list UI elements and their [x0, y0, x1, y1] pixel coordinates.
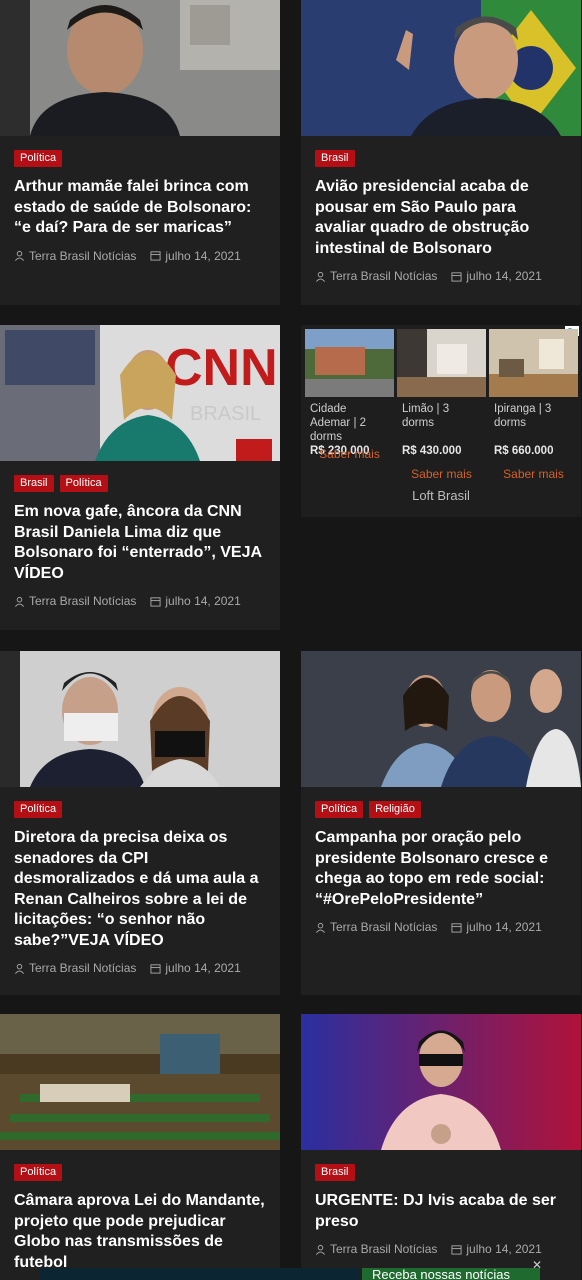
newsletter-banner[interactable]: Receba nossas notícias	[362, 1268, 540, 1280]
article-meta: Terra Brasil Notícias julho 14, 2021	[14, 249, 266, 263]
user-icon	[15, 963, 24, 974]
article-title[interactable]: Arthur mamãe falei brinca com estado de …	[14, 177, 266, 239]
article-card[interactable]: Política Arthur mamãe falei brinca com e…	[0, 0, 280, 305]
ad-brand[interactable]: Loft Brasil	[301, 488, 581, 503]
article-thumbnail[interactable]	[301, 0, 581, 136]
category-badge[interactable]: Brasil	[315, 150, 355, 167]
calendar-icon	[451, 271, 462, 282]
article-date[interactable]: julho 14, 2021	[466, 269, 541, 283]
article-author[interactable]: Terra Brasil Notícias	[330, 269, 437, 283]
ad-item-image[interactable]	[489, 329, 578, 397]
article-thumbnail[interactable]	[0, 651, 280, 787]
article-card[interactable]: Política Diretora da precisa deixa os se…	[0, 651, 280, 995]
calendar-icon	[451, 922, 462, 933]
calendar-icon	[150, 963, 161, 974]
bottom-ad-banner[interactable]	[40, 1268, 360, 1280]
user-icon	[316, 271, 325, 282]
article-title[interactable]: Em nova gafe, âncora da CNN Brasil Danie…	[14, 502, 266, 584]
calendar-icon	[150, 251, 161, 261]
article-meta: Terra Brasil Notícias julho 14, 2021	[14, 594, 266, 608]
close-icon[interactable]: ✕	[532, 1258, 542, 1272]
article-meta: Terra Brasil Notícias julho 14, 2021	[315, 269, 567, 283]
category-badge[interactable]: Brasil	[14, 475, 54, 492]
ad-item-cta[interactable]: Saber mais	[397, 467, 486, 481]
calendar-icon	[150, 596, 161, 607]
ad-item[interactable]: Ipiranga | 3 dorms R$ 660.000 Saber mais	[489, 329, 578, 481]
article-author[interactable]: Terra Brasil Notícias	[29, 594, 136, 608]
category-badge[interactable]: Brasil	[315, 1164, 355, 1181]
ad-item-name: Cidade Ademar | 2 dorms	[310, 403, 367, 443]
article-author[interactable]: Terra Brasil Notícias	[330, 1242, 437, 1256]
user-icon	[316, 1244, 325, 1255]
category-badge[interactable]: Política	[14, 150, 63, 167]
article-thumbnail[interactable]: CNN BRASIL	[0, 325, 280, 461]
article-title[interactable]: Avião presidencial acaba de pousar em Sã…	[315, 177, 567, 259]
ad-item-image[interactable]	[397, 329, 486, 397]
ad-item-cta[interactable]: Saber mais	[305, 447, 394, 461]
user-icon	[15, 596, 24, 607]
article-author[interactable]: Terra Brasil Notícias	[29, 249, 136, 263]
article-author[interactable]: Terra Brasil Notícias	[330, 920, 437, 934]
article-meta: Terra Brasil Notícias julho 14, 2021	[14, 961, 266, 975]
article-thumbnail[interactable]	[0, 0, 280, 136]
ad-item-image[interactable]	[305, 329, 394, 397]
article-meta: Terra Brasil Notícias julho 14, 2021	[315, 920, 567, 934]
category-list: Política Religião	[315, 801, 567, 818]
article-date[interactable]: julho 14, 2021	[466, 920, 541, 934]
article-card[interactable]: Política Câmara aprova Lei do Mandante, …	[0, 1014, 280, 1280]
category-badge[interactable]: Política	[14, 801, 63, 818]
article-card[interactable]: Brasil Avião presidencial acaba de pousa…	[301, 0, 581, 305]
article-card[interactable]: Brasil URGENTE: DJ Ivis acaba de ser pre…	[301, 1014, 581, 1280]
article-title[interactable]: Diretora da precisa deixa os senadores d…	[14, 828, 266, 951]
user-icon	[15, 250, 24, 261]
ad-item[interactable]: Limão | 3 dorms R$ 430.000 Saber mais	[397, 329, 486, 481]
article-title[interactable]: Câmara aprova Lei do Mandante, projeto q…	[14, 1191, 266, 1273]
article-meta: Terra Brasil Notícias julho 14, 2021	[315, 1242, 567, 1256]
article-author[interactable]: Terra Brasil Notícias	[29, 961, 136, 975]
svg-text:BRASIL: BRASIL	[190, 403, 261, 425]
category-list: Brasil	[315, 150, 567, 167]
category-list: Política	[14, 150, 266, 167]
category-list: Brasil	[315, 1164, 567, 1181]
article-thumbnail[interactable]	[301, 651, 581, 787]
article-thumbnail[interactable]	[0, 1014, 280, 1150]
category-list: Política	[14, 1164, 266, 1181]
ad-item-price: R$ 660.000	[494, 445, 554, 457]
ad-item-name: Ipiranga | 3 dorms	[494, 403, 552, 429]
ad-item-cta[interactable]: Saber mais	[489, 467, 578, 481]
article-date[interactable]: julho 14, 2021	[466, 1242, 541, 1256]
category-badge[interactable]: Política	[59, 475, 108, 492]
svg-text:CNN: CNN	[165, 339, 278, 397]
article-date[interactable]: julho 14, 2021	[165, 594, 240, 608]
user-icon	[316, 922, 325, 933]
sponsored-ad[interactable]: X Cidade Ademar | 2 dorms R$ 230.000 Sab…	[301, 325, 581, 517]
category-badge[interactable]: Religião	[369, 801, 421, 818]
category-badge[interactable]: Política	[14, 1164, 63, 1181]
article-card[interactable]: CNN BRASIL Brasil Política Em nova gafe,…	[0, 325, 280, 630]
article-card[interactable]: Política Religião Campanha por oração pe…	[301, 651, 581, 995]
ad-item-price: R$ 430.000	[402, 445, 462, 457]
article-title[interactable]: Campanha por oração pelo presidente Bols…	[315, 828, 567, 910]
article-date[interactable]: julho 14, 2021	[165, 249, 240, 263]
article-title[interactable]: URGENTE: DJ Ivis acaba de ser preso	[315, 1191, 567, 1232]
article-date[interactable]: julho 14, 2021	[165, 961, 240, 975]
category-badge[interactable]: Política	[315, 801, 364, 818]
ad-item-name: Limão | 3 dorms	[402, 403, 450, 429]
ad-item[interactable]: Cidade Ademar | 2 dorms R$ 230.000 Saber…	[305, 329, 394, 481]
article-thumbnail[interactable]	[301, 1014, 581, 1150]
calendar-icon	[451, 1244, 462, 1255]
category-list: Política	[14, 801, 266, 818]
category-list: Brasil Política	[14, 475, 266, 492]
